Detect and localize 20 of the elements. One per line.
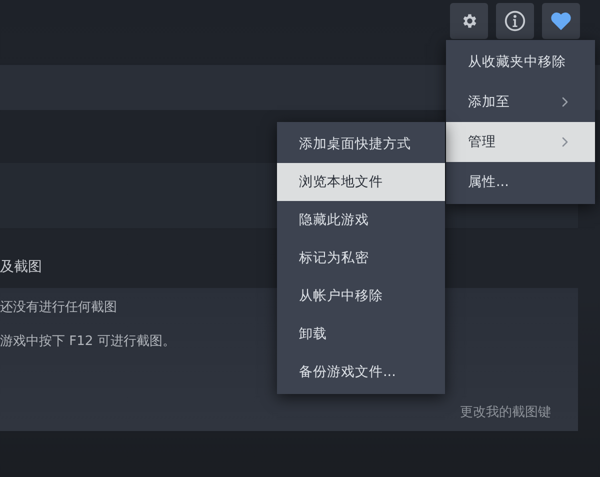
menu-item[interactable]: 添加至: [446, 82, 595, 122]
menu-item[interactable]: 管理: [446, 122, 595, 162]
menu-item[interactable]: 添加桌面快捷方式: [277, 125, 445, 163]
info-icon: [504, 10, 526, 32]
menu-item[interactable]: 浏览本地文件: [277, 163, 445, 201]
section-title: 及截图: [0, 258, 43, 277]
menu-item[interactable]: 隐藏此游戏: [277, 201, 445, 239]
menu-item[interactable]: 标记为私密: [277, 239, 445, 277]
settings-button[interactable]: [450, 3, 488, 39]
menu-item[interactable]: 从收藏夹中移除: [446, 42, 595, 82]
menu-item[interactable]: 属性...: [446, 162, 595, 202]
menu-item[interactable]: 从帐户中移除: [277, 277, 445, 315]
favorite-button[interactable]: [542, 3, 580, 39]
menu-item[interactable]: 卸载: [277, 315, 445, 353]
empty-title: 还没有进行任何截图: [0, 299, 117, 317]
info-button[interactable]: [496, 3, 534, 39]
hint-text: 游戏中按下 F12 可进行截图。: [0, 333, 176, 351]
menu-item[interactable]: 备份游戏文件...: [277, 353, 445, 391]
change-key-link[interactable]: 更改我的截图键: [460, 403, 551, 421]
heart-icon: [550, 11, 572, 31]
